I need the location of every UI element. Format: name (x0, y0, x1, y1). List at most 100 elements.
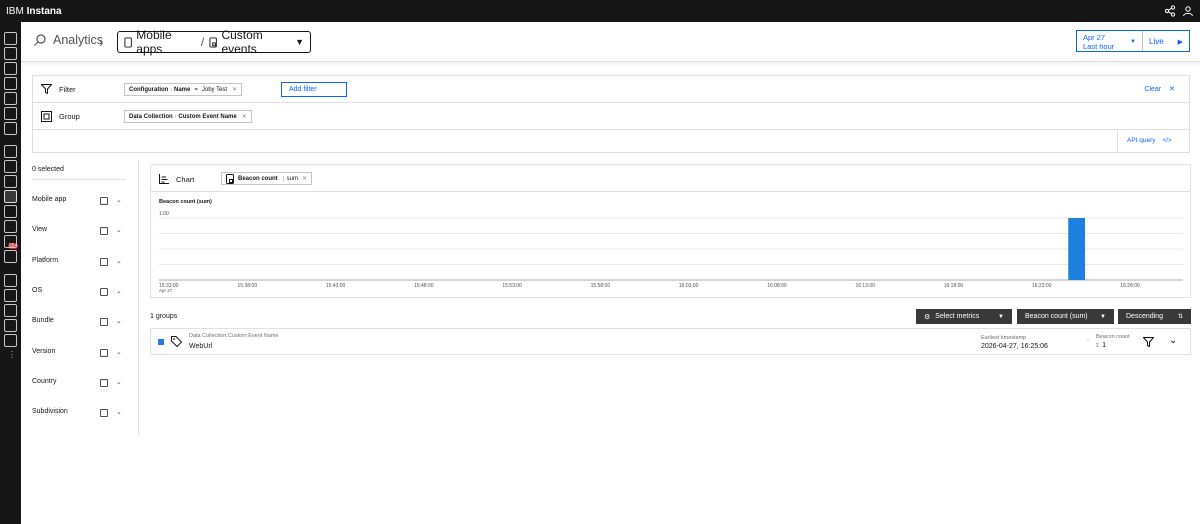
group-by-icon[interactable] (100, 257, 108, 266)
remove-filter-icon[interactable]: ✕ (232, 86, 237, 93)
x-tick-sublabel: Apr 27 (159, 288, 173, 293)
sort-icon: ⇅ (1177, 314, 1183, 320)
chevron-down-icon[interactable]: ⌄ (116, 226, 122, 234)
automation-icon[interactable] (4, 250, 17, 263)
facet-os[interactable]: OS ⌄ (32, 287, 126, 299)
filter-icon[interactable] (1143, 337, 1154, 347)
mobile-app-icon (124, 36, 132, 48)
dashboards-icon[interactable] (4, 107, 17, 120)
websites-icon[interactable] (4, 47, 17, 60)
mobile-apps-icon[interactable] (4, 62, 17, 75)
facet-view[interactable]: View ⌄ (32, 226, 126, 238)
groups-count: 1 groups (150, 313, 178, 320)
group-by-icon[interactable] (100, 318, 108, 327)
group-by-icon[interactable] (100, 197, 108, 205)
timestamp-label: Earliest timestamp (981, 335, 1027, 341)
chevron-right-icon: › (170, 86, 172, 93)
x-tick-label: 16:23:00 (1032, 283, 1052, 289)
chevron-down-icon[interactable]: ⌄ (116, 348, 122, 356)
group-value: WebUrl (189, 343, 213, 350)
sort-metric-dropdown[interactable]: Beacon count (sum) ▼ (1017, 309, 1114, 324)
api-query-button[interactable]: API query </> (1117, 130, 1189, 153)
select-metrics-dropdown[interactable]: ⚙ Select metrics ▼ (916, 309, 1012, 324)
analytics-icon[interactable] (4, 190, 17, 203)
filter-chip[interactable]: Configuration › Name = Joby Test ✕ (124, 83, 243, 96)
x-tick-label: 15:48:00 (414, 283, 434, 289)
facet-subdivision[interactable]: Subdivision ⌄ (32, 408, 126, 420)
caret-down-icon: ▼ (998, 313, 1004, 320)
x-tick-label: 16:18:00 (944, 283, 964, 289)
chevron-down-icon: ▼ (1130, 39, 1136, 45)
code-icon: </> (1162, 137, 1172, 144)
services-icon[interactable] (4, 77, 17, 90)
agents-icon[interactable] (4, 289, 17, 302)
facet-sidebar: 0 selected Mobile app ⌄ View ⌄ Platform ⌄ OS ⌄ B… (32, 160, 139, 435)
breadcrumb-app[interactable]: Mobile apps (136, 28, 196, 56)
group-row: Group Data Collection › Custom Event Nam… (33, 103, 1189, 130)
facet-platform[interactable]: Platform ⌄ (32, 257, 126, 269)
chart-bar (1068, 218, 1086, 280)
alerts-icon[interactable] (4, 235, 17, 248)
table-row[interactable]: Data Collection.Custom Event Name WebUrl… (150, 328, 1191, 355)
breadcrumb-chevron-icon: › (99, 35, 104, 50)
facet-mobile-app[interactable]: Mobile app ⌄ (32, 196, 126, 208)
synthetic-icon[interactable] (4, 175, 17, 188)
top-bar: IBM Instana (0, 0, 1200, 22)
live-button[interactable]: Live ▶ (1143, 31, 1189, 51)
facet-country[interactable]: Country ⌄ (32, 378, 126, 390)
reports-icon[interactable] (4, 319, 17, 332)
group-key-label: Data Collection.Custom Event Name (189, 333, 279, 339)
chevron-down-icon[interactable]: ⌄ (116, 378, 122, 386)
home-icon[interactable] (4, 32, 17, 45)
add-filter-input[interactable]: Add filter (281, 82, 347, 97)
chevron-down-icon[interactable]: ⌄ (1169, 335, 1177, 346)
breadcrumb-current: Custom events (221, 28, 263, 56)
kubernetes-icon[interactable] (4, 122, 17, 135)
group-chip[interactable]: Data Collection › Custom Event Name ✕ (124, 110, 252, 123)
lock-icon[interactable] (4, 334, 17, 347)
user-icon[interactable] (1182, 5, 1194, 17)
group-by-icon[interactable] (100, 227, 108, 236)
chevron-down-icon[interactable]: ⌄ (116, 196, 122, 204)
x-tick-label: 15:43:00 (326, 283, 346, 289)
tag-icon (171, 336, 182, 347)
series-color-swatch (158, 339, 164, 345)
group-label: Group (41, 111, 80, 122)
count-value: Σ1 (1096, 342, 1106, 349)
x-tick-label: 16:08:00 (767, 283, 787, 289)
breadcrumb[interactable]: Mobile apps / Custom events ▼ (117, 28, 311, 56)
group-by-icon[interactable] (100, 378, 108, 387)
caret-down-icon: ▼ (1100, 313, 1106, 320)
integrations-icon[interactable] (4, 304, 17, 317)
time-range-selector[interactable]: Apr 27 Last hour ▼ (1077, 31, 1143, 51)
remove-group-icon[interactable]: ✕ (242, 113, 247, 120)
caret-down-icon[interactable]: ▼ (295, 37, 304, 47)
infrastructure-icon[interactable] (4, 145, 17, 158)
x-tick-label: 15:58:00 (591, 283, 611, 289)
chevron-down-icon[interactable]: ⌄ (116, 317, 122, 325)
more-icon[interactable]: ⋮ (8, 350, 16, 359)
settings-icon[interactable] (4, 274, 17, 287)
selected-count: 0 selected (32, 160, 126, 180)
brand-logo[interactable]: IBM Instana (6, 6, 62, 17)
filter-icon (41, 84, 52, 94)
platforms-icon[interactable] (4, 160, 17, 173)
analytics-title[interactable]: Analytics (33, 33, 103, 47)
group-by-icon[interactable] (100, 409, 108, 418)
chevron-down-icon[interactable]: ⌄ (116, 257, 122, 265)
chevron-down-icon[interactable]: ⌄ (116, 287, 122, 295)
time-picker: Apr 27 Last hour ▼ Live ▶ (1076, 30, 1190, 52)
facet-bundle[interactable]: Bundle ⌄ (32, 317, 126, 329)
clear-button[interactable]: Clear ✕ (1144, 85, 1175, 93)
group-by-icon[interactable] (100, 348, 108, 357)
chevron-down-icon[interactable]: ⌄ (116, 408, 122, 416)
security-icon[interactable] (4, 205, 17, 218)
group-by-icon[interactable] (100, 287, 108, 296)
events-icon[interactable] (4, 220, 17, 233)
share-icon[interactable] (1164, 5, 1176, 17)
sort-order-dropdown[interactable]: Descending ⇅ (1118, 309, 1191, 324)
analytics-search-icon (34, 34, 46, 46)
applications-icon[interactable] (4, 92, 17, 105)
filter-panel: Filter Configuration › Name = Joby Test … (32, 75, 1190, 153)
facet-version[interactable]: Version ⌄ (32, 348, 126, 360)
